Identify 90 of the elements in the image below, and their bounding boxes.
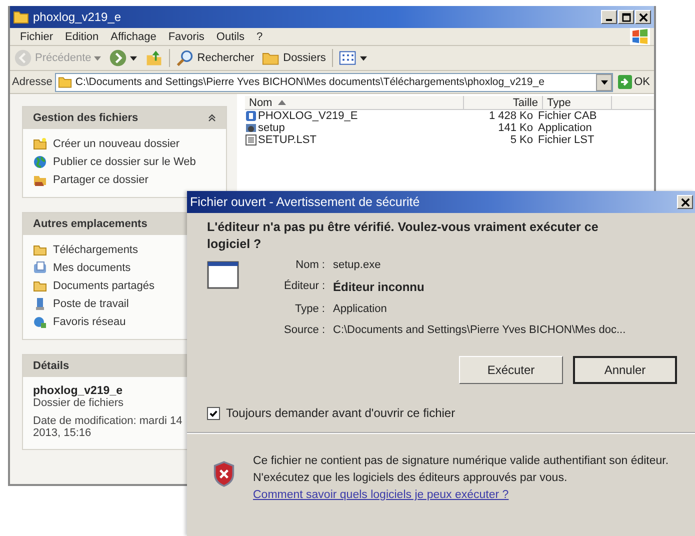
task-link[interactable]: Créer un nouveau dossier bbox=[53, 138, 180, 150]
folder-name: phoxlog_v219_e bbox=[33, 385, 124, 397]
panel-title: Détails bbox=[33, 360, 70, 372]
dialog-button[interactable]: Annuler bbox=[573, 356, 677, 384]
windows-flag-icon bbox=[630, 28, 650, 45]
up-folder-icon bbox=[145, 49, 164, 67]
file-name[interactable]: setup bbox=[258, 122, 285, 134]
go-button[interactable]: OK bbox=[616, 75, 652, 89]
application-window-icon bbox=[207, 261, 239, 289]
panel-title: Gestion des fichiers bbox=[33, 112, 138, 124]
cabinet-file-icon bbox=[245, 110, 257, 122]
folder-type: Dossier de fichiers bbox=[33, 397, 124, 409]
file-type: Application bbox=[537, 122, 592, 134]
column-header[interactable]: Nom bbox=[245, 96, 464, 109]
forward-button[interactable] bbox=[107, 48, 140, 68]
file-name[interactable]: SETUP.LST bbox=[258, 134, 316, 146]
field-label: Source : bbox=[283, 324, 325, 336]
magnifier-icon bbox=[176, 49, 194, 67]
checkbox-label: Toujours demander avant d'ouvrir ce fichier bbox=[226, 406, 456, 420]
documents-icon bbox=[33, 261, 47, 275]
menu-item[interactable]: Affichage bbox=[104, 30, 162, 42]
folder-icon bbox=[33, 243, 47, 257]
folder-icon bbox=[33, 279, 47, 293]
close-icon bbox=[680, 198, 690, 206]
maximize-icon bbox=[622, 12, 630, 22]
collapse-chevron-icon[interactable] bbox=[208, 114, 216, 122]
menu-item[interactable]: Fichier bbox=[14, 30, 60, 42]
folder-icon bbox=[58, 75, 72, 89]
text-file-icon bbox=[245, 134, 257, 146]
caret-icon bbox=[94, 56, 102, 60]
panel-title: Autres emplacements bbox=[33, 218, 148, 230]
file-size: 141 Ko bbox=[497, 122, 533, 134]
task-link[interactable]: Téléchargements bbox=[53, 244, 138, 256]
task-link[interactable]: Mes documents bbox=[53, 262, 131, 274]
field-label: Type : bbox=[294, 303, 325, 315]
field-value: C:\Documents and Settings\Pierre Yves BICHON\Mes doc... bbox=[333, 324, 626, 336]
network-icon bbox=[33, 315, 47, 329]
shield-error-icon bbox=[213, 461, 235, 487]
search-button[interactable]: Rechercher bbox=[174, 48, 256, 68]
menu-item[interactable]: Outils bbox=[210, 30, 251, 42]
task-link[interactable]: Documents partagés bbox=[53, 280, 154, 292]
file-size: 1 428 Ko bbox=[488, 110, 533, 122]
file-name[interactable]: PHOXLOG_V219_E bbox=[258, 110, 358, 122]
computer-icon bbox=[33, 297, 47, 311]
folder-icon bbox=[13, 10, 29, 24]
window-title: phoxlog_v219_e bbox=[33, 10, 122, 24]
minimize-icon bbox=[606, 19, 612, 21]
globe-icon bbox=[33, 155, 47, 169]
minimize-button[interactable] bbox=[601, 10, 617, 24]
address-field[interactable]: C:\Documents and Settings\Pierre Yves BICHON\Mes documents\Téléchargements\phoxlog_v219_e bbox=[55, 72, 614, 92]
checkbox[interactable] bbox=[207, 406, 220, 420]
dialog-button[interactable]: Exécuter bbox=[459, 356, 563, 384]
field-label: Éditeur : bbox=[283, 280, 325, 294]
warning-text: Ce fichier ne contient pas de signature numérique valide authentifiant son éditeur. N'exécutez que les logiciels des éditeurs approuvés par vous. bbox=[253, 454, 670, 486]
file-type: Fichier CAB bbox=[537, 110, 597, 122]
task-link[interactable]: Publier ce dossier sur le Web bbox=[53, 156, 196, 168]
task-link[interactable]: Favoris réseau bbox=[53, 316, 126, 328]
close-button[interactable] bbox=[635, 10, 651, 24]
folders-button[interactable]: Dossiers bbox=[260, 48, 328, 68]
close-icon bbox=[638, 12, 648, 22]
field-value: Application bbox=[333, 303, 388, 315]
maximize-button[interactable] bbox=[618, 10, 634, 24]
caret-icon bbox=[130, 56, 138, 60]
column-header[interactable]: Type bbox=[543, 96, 612, 109]
folder-icon bbox=[33, 137, 47, 151]
task-link[interactable]: Partager ce dossier bbox=[53, 174, 148, 186]
address-label: Adresse bbox=[12, 76, 52, 88]
caret-icon bbox=[360, 56, 367, 60]
file-type: Fichier LST bbox=[537, 134, 594, 146]
column-header[interactable]: Taille bbox=[464, 96, 543, 109]
menu-item[interactable]: ? bbox=[250, 30, 269, 42]
modified-date: Date de modification: mardi 14 bbox=[33, 415, 184, 427]
field-label: Nom : bbox=[294, 259, 325, 271]
help-link[interactable]: Comment savoir quels logiciels je peux exécuter ? bbox=[253, 487, 685, 504]
application-icon bbox=[245, 122, 257, 134]
caret-icon bbox=[600, 80, 608, 84]
field-value: Éditeur inconnu bbox=[333, 280, 426, 294]
task-link[interactable]: Poste de travail bbox=[53, 298, 129, 310]
dialog-title: Fichier ouvert - Avertissement de sécurité bbox=[190, 195, 420, 209]
shared-folder-icon bbox=[33, 173, 47, 187]
dropdown-button[interactable] bbox=[596, 74, 612, 90]
menu-item[interactable]: Edition bbox=[59, 30, 105, 42]
close-button[interactable] bbox=[677, 195, 693, 209]
modified-date: 2013, 15:16 bbox=[33, 427, 92, 439]
file-size: 5 Ko bbox=[509, 134, 533, 146]
panel-header[interactable]: Gestion des fichiers bbox=[23, 107, 226, 129]
sort-arrow-icon bbox=[278, 100, 286, 105]
field-value: setup.exe bbox=[333, 259, 382, 271]
menu-item[interactable]: Favoris bbox=[162, 30, 210, 42]
views-grid-icon bbox=[338, 49, 357, 67]
